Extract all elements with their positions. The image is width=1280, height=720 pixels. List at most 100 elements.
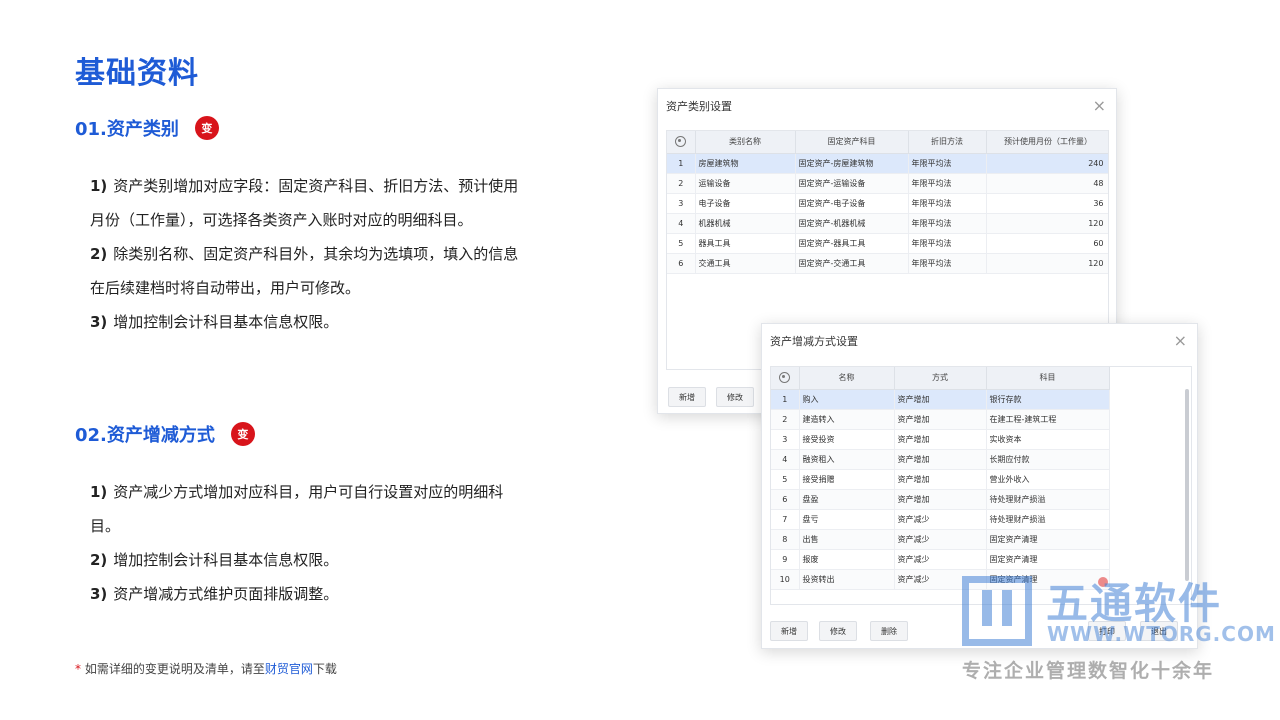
table-row[interactable]: 9 报废 资产减少 固定资产清理 [771, 549, 1110, 570]
table-row[interactable]: 5 器具工具 固定资产-器具工具 年限平均法 60 [667, 233, 1108, 254]
table-cell: 房屋建筑物 [695, 153, 796, 174]
table-cell: 长期应付款 [986, 449, 1110, 470]
table-cell: 3 [667, 193, 696, 214]
table-row[interactable]: 3 接受投资 资产增加 实收资本 [771, 429, 1110, 450]
section-heading-asset-category: 01.资产类别 变 [75, 115, 219, 141]
column-header: 方式 [894, 367, 987, 390]
point-item: 3) 资产增减方式维护页面排版调整。 [90, 585, 339, 603]
point-item: 2) 除类别名称、固定资产科目外，其余均为选填项，填入的信息在后续建档时将自动带出… [90, 245, 519, 297]
table-row[interactable]: 5 接受捐赠 资产增加 营业外收入 [771, 469, 1110, 490]
table-cell: 资产增加 [894, 489, 987, 510]
table-cell: 器具工具 [695, 233, 796, 254]
edit-button[interactable]: 修改 [716, 387, 754, 407]
table-cell: 固定资产-机器机械 [795, 213, 909, 234]
gear-icon[interactable] [675, 136, 687, 148]
table-cell: 年限平均法 [908, 233, 987, 254]
table-cell: 4 [771, 449, 800, 470]
table-row[interactable]: 4 融资租入 资产增加 长期应付款 [771, 449, 1110, 470]
add-button[interactable]: 新增 [668, 387, 706, 407]
table-cell: 固定资产-交通工具 [795, 253, 909, 274]
point-item: 1) 资产类别增加对应字段：固定资产科目、折旧方法、预计使用月份（工作量），可选择… [90, 177, 519, 229]
dialog-title: 资产类别设置 [666, 100, 732, 113]
section-heading-asset-change-method: 02.资产增减方式 变 [75, 421, 255, 447]
column-header: 科目 [986, 367, 1110, 390]
table-cell: 在建工程-建筑工程 [986, 409, 1110, 430]
table-cell: 9 [771, 549, 800, 570]
table-cell: 资产增加 [894, 429, 987, 450]
table-cell: 资产减少 [894, 509, 987, 530]
point-item: 3) 增加控制会计科目基本信息权限。 [90, 313, 339, 331]
table-cell: 资产增加 [894, 389, 987, 410]
table-cell: 实收资本 [986, 429, 1110, 450]
add-button[interactable]: 新增 [770, 621, 808, 641]
table-cell: 固定资产-运输设备 [795, 173, 909, 194]
table-cell: 5 [771, 469, 800, 490]
table-row[interactable]: 2 运输设备 固定资产-运输设备 年限平均法 48 [667, 173, 1108, 194]
table-row[interactable]: 8 出售 资产减少 固定资产清理 [771, 529, 1110, 550]
close-icon[interactable]: × [1093, 98, 1106, 114]
table-cell: 年限平均法 [908, 253, 987, 274]
table-cell: 36 [986, 193, 1108, 214]
table-row[interactable]: 4 机器机械 固定资产-机器机械 年限平均法 120 [667, 213, 1108, 234]
asset-change-method-points: 1) 资产减少方式增加对应科目，用户可自行设置对应的明细科目。 2) 增加控制会计科… [90, 475, 530, 611]
table-row[interactable]: 6 交通工具 固定资产-交通工具 年限平均法 120 [667, 253, 1108, 274]
column-header: 名称 [799, 367, 895, 390]
dialog-title: 资产增减方式设置 [770, 335, 858, 348]
table-cell: 3 [771, 429, 800, 450]
table-row[interactable]: 6 盘盈 资产增加 待处理财产损溢 [771, 489, 1110, 510]
table-cell: 资产增加 [894, 409, 987, 430]
table-cell: 固定资产清理 [986, 529, 1110, 550]
table-cell: 年限平均法 [908, 173, 987, 194]
point-item: 2) 增加控制会计科目基本信息权限。 [90, 551, 339, 569]
table-row[interactable]: 1 房屋建筑物 固定资产-房屋建筑物 年限平均法 240 [667, 153, 1108, 174]
table-cell: 6 [667, 253, 696, 274]
table-cell: 融资租入 [799, 449, 895, 470]
table-row[interactable]: 2 建造转入 资产增加 在建工程-建筑工程 [771, 409, 1110, 430]
column-header: 预计使用月份（工作量） [986, 131, 1108, 154]
table-cell: 固定资产-电子设备 [795, 193, 909, 214]
section-heading-text: 01.资产类别 [75, 119, 179, 140]
table-cell: 报废 [799, 549, 895, 570]
table-cell: 7 [771, 509, 800, 530]
gear-icon[interactable] [779, 372, 791, 384]
table-cell: 年限平均法 [908, 193, 987, 214]
table-cell: 年限平均法 [908, 213, 987, 234]
official-site-link[interactable]: 财贸官网 [265, 662, 313, 676]
close-icon[interactable]: × [1174, 333, 1187, 349]
table-cell: 8 [771, 529, 800, 550]
table-cell: 电子设备 [695, 193, 796, 214]
column-header: 固定资产科目 [795, 131, 909, 154]
table-row[interactable]: 7 盘亏 资产减少 待处理财产损溢 [771, 509, 1110, 530]
table-cell: 接受捐赠 [799, 469, 895, 490]
table-cell: 购入 [799, 389, 895, 410]
table-cell: 盘亏 [799, 509, 895, 530]
table-cell: 建造转入 [799, 409, 895, 430]
vertical-scrollbar[interactable] [1185, 389, 1189, 581]
watermark-url: WWW.WTORG.COM [1047, 622, 1276, 646]
table-cell: 待处理财产损溢 [986, 489, 1110, 510]
edit-button[interactable]: 修改 [819, 621, 857, 641]
table-cell: 资产减少 [894, 549, 987, 570]
table-cell: 投资转出 [799, 569, 895, 590]
table-cell: 6 [771, 489, 800, 510]
table-cell: 出售 [799, 529, 895, 550]
table-cell: 120 [986, 213, 1108, 234]
delete-button[interactable]: 删除 [870, 621, 908, 641]
column-settings-header [667, 131, 696, 154]
table-cell: 银行存款 [986, 389, 1110, 410]
table-cell: 接受投资 [799, 429, 895, 450]
column-settings-header [771, 367, 800, 390]
watermark-slogan: 专注企业管理数智化十余年 [962, 660, 1215, 682]
dialog-header: 资产类别设置 × [658, 89, 1116, 123]
table-cell: 5 [667, 233, 696, 254]
change-badge: 变 [194, 116, 219, 140]
table-row[interactable]: 3 电子设备 固定资产-电子设备 年限平均法 36 [667, 193, 1108, 214]
column-header: 折旧方法 [908, 131, 987, 154]
table-cell: 1 [667, 153, 696, 174]
table-row[interactable]: 1 购入 资产增加 银行存款 [771, 389, 1110, 410]
table-cell: 1 [771, 389, 800, 410]
asset-category-points: 1) 资产类别增加对应字段：固定资产科目、折旧方法、预计使用月份（工作量），可选择… [90, 169, 530, 339]
wutong-logo-icon [962, 576, 1032, 646]
table-cell: 120 [986, 253, 1108, 274]
point-item: 1) 资产减少方式增加对应科目，用户可自行设置对应的明细科目。 [90, 483, 504, 535]
